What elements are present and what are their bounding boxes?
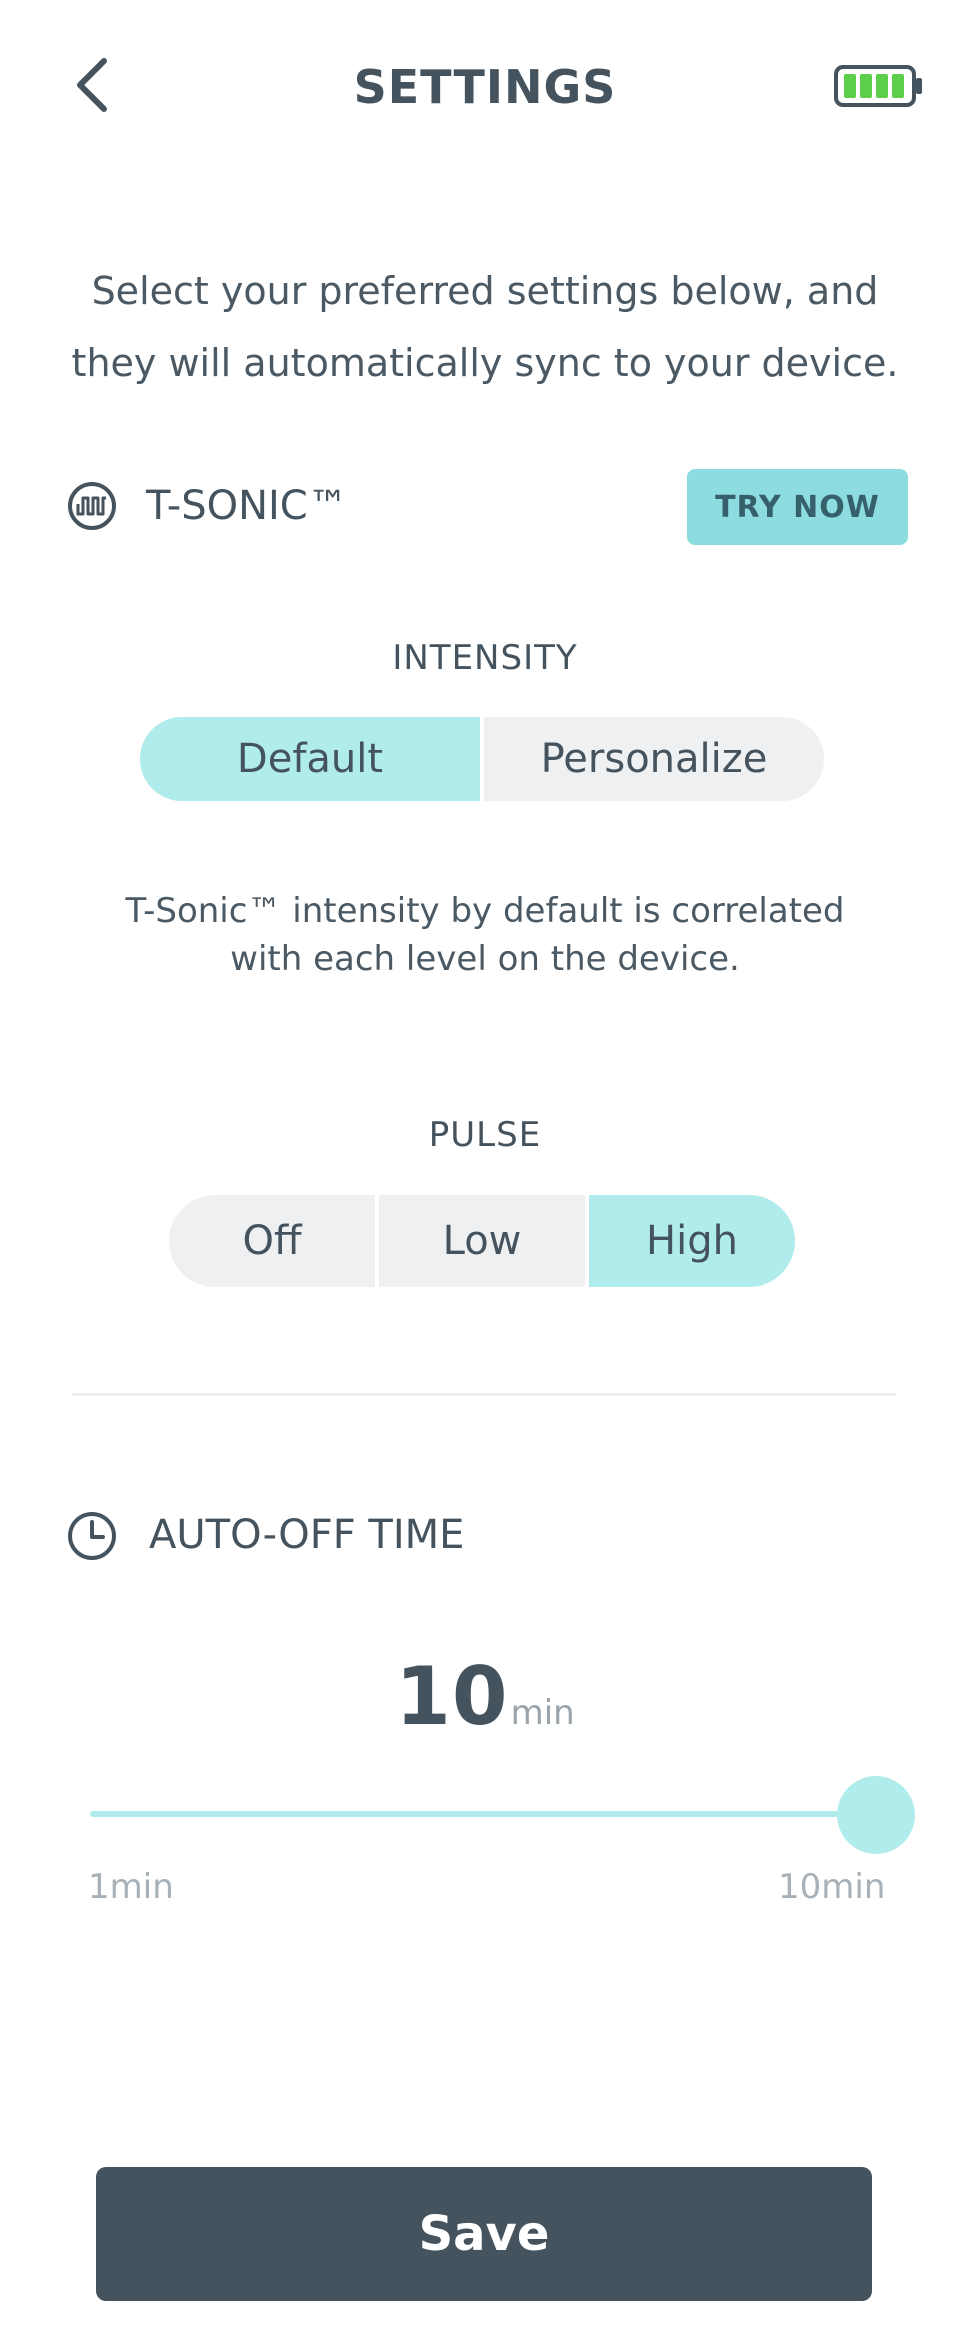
auto-off-slider-track[interactable] [90,1811,876,1817]
auto-off-slider-thumb[interactable] [837,1776,915,1854]
intro-line-1: Select your preferred settings below, an… [91,269,879,313]
clock-icon [66,1510,118,1562]
intro-line-2: they will automatically sync to your dev… [71,341,899,385]
intensity-option-personalize[interactable]: Personalize [480,717,824,801]
tsonic-title: T-SONIC™ [146,483,348,529]
pulse-option-low[interactable]: Low [375,1195,585,1287]
auto-off-title: AUTO-OFF TIME [149,1512,465,1558]
intro-text: Select your preferred settings below, an… [60,255,910,399]
intensity-label: INTENSITY [392,638,578,678]
intensity-selector: Default Personalize [140,717,824,801]
wave-icon [66,480,118,532]
save-button[interactable]: Save [96,2167,872,2301]
slider-max-label: 10min [778,1867,886,1907]
slider-min-label: 1min [88,1867,174,1907]
pulse-label: PULSE [428,1115,542,1155]
battery-full-icon [834,64,924,108]
auto-off-value-number: 10 [395,1650,509,1743]
intensity-note: T-Sonic™ intensity by default is correla… [80,887,890,983]
intensity-note-line-2: with each level on the device. [230,939,740,979]
page-title: SETTINGS [353,60,617,114]
auto-off-value-unit: min [510,1693,575,1733]
pulse-selector: Off Low High [169,1195,795,1287]
pulse-option-off[interactable]: Off [169,1195,375,1287]
auto-off-value: 10min [0,1650,970,1743]
intensity-note-line-1: T-Sonic™ intensity by default is correla… [125,891,845,931]
pulse-option-high[interactable]: High [585,1195,795,1287]
intensity-option-default[interactable]: Default [140,717,480,801]
section-divider [72,1393,896,1396]
try-now-button[interactable]: TRY NOW [687,469,908,545]
